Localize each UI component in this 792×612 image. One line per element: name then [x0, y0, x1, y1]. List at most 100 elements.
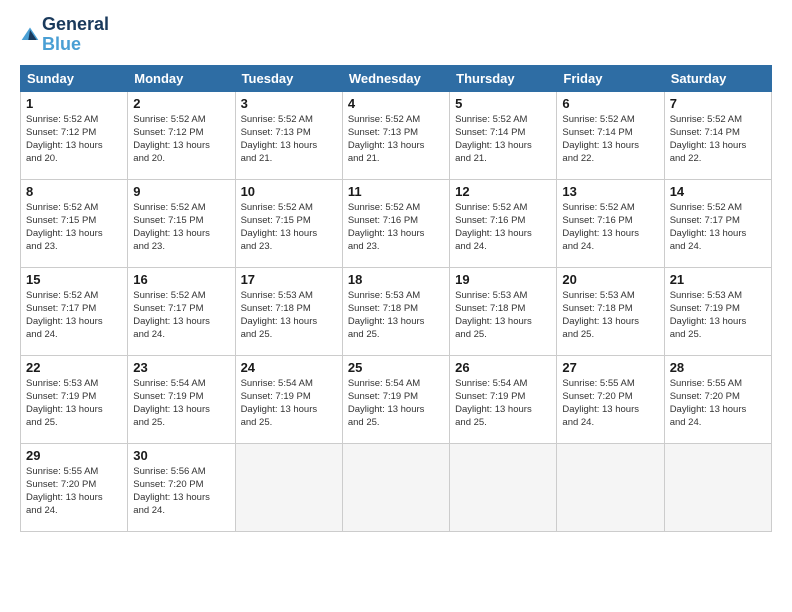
day-cell-8: 8Sunrise: 5:52 AMSunset: 7:15 PMDaylight… [21, 179, 128, 267]
day-number: 28 [670, 360, 766, 375]
day-header-saturday: Saturday [664, 65, 771, 91]
day-info: Sunrise: 5:54 AMSunset: 7:19 PMDaylight:… [455, 377, 551, 430]
day-cell-11: 11 Sunrise: 5:52 AMSunset: 7:16 PMDayligh… [342, 179, 449, 267]
day-number: 11 [348, 184, 444, 199]
day-number: 10 [241, 184, 337, 199]
day-info: Sunrise: 5:52 AMSunset: 7:12 PMDaylight:… [26, 113, 122, 166]
day-info: Sunrise: 5:52 AMSunset: 7:14 PMDaylight:… [562, 113, 658, 166]
day-number: 26 [455, 360, 551, 375]
day-number: 30 [133, 448, 229, 463]
week-row-2: 15 Sunrise: 5:52 AMSunset: 7:17 PMDayligh… [21, 267, 772, 355]
day-header-sunday: Sunday [21, 65, 128, 91]
day-cell-7: 7 Sunrise: 5:52 AMSunset: 7:14 PMDaylight… [664, 91, 771, 179]
day-info: Sunrise: 5:52 AMSunset: 7:15 PMDaylight:… [241, 201, 337, 254]
day-number: 4 [348, 96, 444, 111]
day-number: 18 [348, 272, 444, 287]
calendar-body: 1 Sunrise: 5:52 AMSunset: 7:12 PMDaylight… [21, 91, 772, 531]
day-cell-19: 19 Sunrise: 5:53 AMSunset: 7:18 PMDayligh… [450, 267, 557, 355]
day-info: Sunrise: 5:54 AMSunset: 7:19 PMDaylight:… [241, 377, 337, 430]
day-info: Sunrise: 5:53 AMSunset: 7:19 PMDaylight:… [26, 377, 122, 430]
day-number: 24 [241, 360, 337, 375]
day-number: 14 [670, 184, 766, 199]
day-number: 17 [241, 272, 337, 287]
day-info: Sunrise: 5:53 AMSunset: 7:18 PMDaylight:… [455, 289, 551, 342]
day-info: Sunrise: 5:55 AMSunset: 7:20 PMDaylight:… [26, 465, 122, 518]
day-cell-22: 22 Sunrise: 5:53 AMSunset: 7:19 PMDayligh… [21, 355, 128, 443]
header: General Blue [20, 15, 772, 55]
day-info: Sunrise: 5:52 AMSunset: 7:15 PMDaylight:… [133, 201, 229, 254]
day-header-friday: Friday [557, 65, 664, 91]
day-info: Sunrise: 5:52 AMSunset: 7:14 PMDaylight:… [455, 113, 551, 166]
day-header-thursday: Thursday [450, 65, 557, 91]
day-cell-23: 23 Sunrise: 5:54 AMSunset: 7:19 PMDayligh… [128, 355, 235, 443]
day-number: 7 [670, 96, 766, 111]
day-number: 25 [348, 360, 444, 375]
day-number: 21 [670, 272, 766, 287]
empty-cell [342, 443, 449, 531]
day-cell-14: 14 Sunrise: 5:52 AMSunset: 7:17 PMDayligh… [664, 179, 771, 267]
day-info: Sunrise: 5:52 AMSunset: 7:17 PMDaylight:… [133, 289, 229, 342]
week-row-3: 22 Sunrise: 5:53 AMSunset: 7:19 PMDayligh… [21, 355, 772, 443]
day-cell-10: 10 Sunrise: 5:52 AMSunset: 7:15 PMDayligh… [235, 179, 342, 267]
day-header-monday: Monday [128, 65, 235, 91]
day-cell-16: 16 Sunrise: 5:52 AMSunset: 7:17 PMDayligh… [128, 267, 235, 355]
day-cell-13: 13Sunrise: 5:52 AMSunset: 7:16 PMDayligh… [557, 179, 664, 267]
day-number: 27 [562, 360, 658, 375]
empty-cell [664, 443, 771, 531]
calendar-header-row: SundayMondayTuesdayWednesdayThursdayFrid… [21, 65, 772, 91]
day-cell-24: 24 Sunrise: 5:54 AMSunset: 7:19 PMDayligh… [235, 355, 342, 443]
week-row-1: 8Sunrise: 5:52 AMSunset: 7:15 PMDaylight… [21, 179, 772, 267]
empty-cell [557, 443, 664, 531]
empty-cell [235, 443, 342, 531]
day-number: 23 [133, 360, 229, 375]
day-number: 5 [455, 96, 551, 111]
day-cell-29: 29 Sunrise: 5:55 AMSunset: 7:20 PMDayligh… [21, 443, 128, 531]
day-cell-27: 27 Sunrise: 5:55 AMSunset: 7:20 PMDayligh… [557, 355, 664, 443]
day-cell-3: 3Sunrise: 5:52 AMSunset: 7:13 PMDaylight… [235, 91, 342, 179]
logo-text: General Blue [42, 15, 109, 55]
week-row-4: 29 Sunrise: 5:55 AMSunset: 7:20 PMDayligh… [21, 443, 772, 531]
day-cell-25: 25 Sunrise: 5:54 AMSunset: 7:19 PMDayligh… [342, 355, 449, 443]
day-cell-28: 28 Sunrise: 5:55 AMSunset: 7:20 PMDayligh… [664, 355, 771, 443]
day-info: Sunrise: 5:52 AMSunset: 7:13 PMDaylight:… [348, 113, 444, 166]
day-cell-21: 21Sunrise: 5:53 AMSunset: 7:19 PMDayligh… [664, 267, 771, 355]
day-number: 15 [26, 272, 122, 287]
day-info: Sunrise: 5:52 AMSunset: 7:16 PMDaylight:… [348, 201, 444, 254]
day-number: 9 [133, 184, 229, 199]
logo-icon [20, 25, 40, 45]
day-number: 29 [26, 448, 122, 463]
page: General Blue SundayMondayTuesdayWednesda… [0, 0, 792, 612]
day-number: 20 [562, 272, 658, 287]
day-number: 1 [26, 96, 122, 111]
day-info: Sunrise: 5:52 AMSunset: 7:15 PMDaylight:… [26, 201, 122, 254]
day-info: Sunrise: 5:52 AMSunset: 7:16 PMDaylight:… [562, 201, 658, 254]
day-info: Sunrise: 5:53 AMSunset: 7:18 PMDaylight:… [562, 289, 658, 342]
day-cell-20: 20 Sunrise: 5:53 AMSunset: 7:18 PMDayligh… [557, 267, 664, 355]
day-cell-6: 6 Sunrise: 5:52 AMSunset: 7:14 PMDaylight… [557, 91, 664, 179]
day-info: Sunrise: 5:52 AMSunset: 7:14 PMDaylight:… [670, 113, 766, 166]
day-number: 22 [26, 360, 122, 375]
day-cell-18: 18 Sunrise: 5:53 AMSunset: 7:18 PMDayligh… [342, 267, 449, 355]
day-number: 2 [133, 96, 229, 111]
day-info: Sunrise: 5:52 AMSunset: 7:13 PMDaylight:… [241, 113, 337, 166]
day-info: Sunrise: 5:53 AMSunset: 7:18 PMDaylight:… [348, 289, 444, 342]
day-info: Sunrise: 5:55 AMSunset: 7:20 PMDaylight:… [562, 377, 658, 430]
day-info: Sunrise: 5:52 AMSunset: 7:17 PMDaylight:… [670, 201, 766, 254]
day-info: Sunrise: 5:54 AMSunset: 7:19 PMDaylight:… [348, 377, 444, 430]
day-header-wednesday: Wednesday [342, 65, 449, 91]
empty-cell [450, 443, 557, 531]
calendar: SundayMondayTuesdayWednesdayThursdayFrid… [20, 65, 772, 532]
day-cell-5: 5 Sunrise: 5:52 AMSunset: 7:14 PMDaylight… [450, 91, 557, 179]
day-number: 12 [455, 184, 551, 199]
day-info: Sunrise: 5:55 AMSunset: 7:20 PMDaylight:… [670, 377, 766, 430]
day-cell-15: 15Sunrise: 5:52 AMSunset: 7:17 PMDayligh… [21, 267, 128, 355]
day-info: Sunrise: 5:52 AMSunset: 7:16 PMDaylight:… [455, 201, 551, 254]
day-header-tuesday: Tuesday [235, 65, 342, 91]
day-number: 6 [562, 96, 658, 111]
week-row-0: 1 Sunrise: 5:52 AMSunset: 7:12 PMDaylight… [21, 91, 772, 179]
day-number: 19 [455, 272, 551, 287]
logo: General Blue [20, 15, 109, 55]
day-info: Sunrise: 5:52 AMSunset: 7:12 PMDaylight:… [133, 113, 229, 166]
day-info: Sunrise: 5:54 AMSunset: 7:19 PMDaylight:… [133, 377, 229, 430]
day-number: 16 [133, 272, 229, 287]
